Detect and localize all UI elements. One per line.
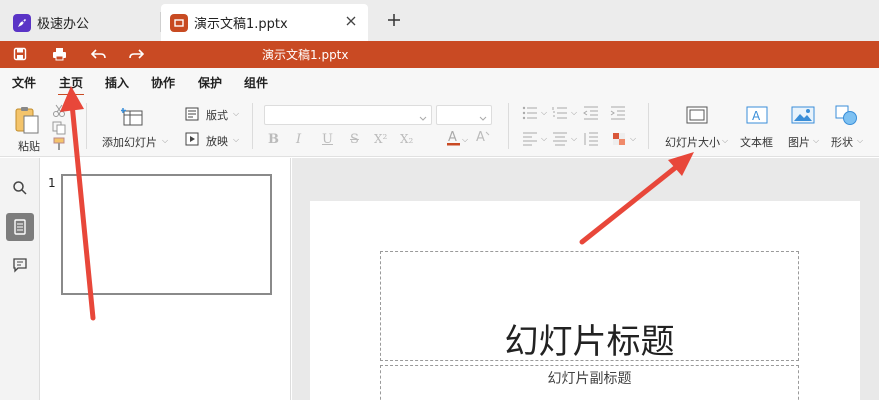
presentation-icon: [170, 13, 188, 32]
ribbon-toolbar: 粘贴 添加幻灯片 ⌵ 版式 ⌵ 放映 ⌵ B I U S X² X₂ A ⌵ A…: [0, 95, 879, 157]
picture-label[interactable]: 图片: [788, 134, 810, 150]
chevron-down-icon[interactable]: ⌵: [571, 108, 577, 118]
rocket-icon: [13, 13, 31, 32]
menu-protect[interactable]: 保护: [198, 74, 222, 91]
decrease-indent-icon[interactable]: [583, 106, 599, 123]
ribbon-divider: [508, 103, 509, 149]
menu-collaborate[interactable]: 协作: [151, 74, 175, 91]
menu-home[interactable]: 主页: [57, 74, 85, 96]
play-icon[interactable]: [185, 132, 199, 149]
picture-icon[interactable]: [791, 106, 815, 127]
tab-home[interactable]: 极速办公: [0, 4, 160, 41]
menu-components[interactable]: 组件: [244, 74, 268, 91]
font-size-select[interactable]: [436, 105, 492, 125]
text-box-label[interactable]: 文本框: [740, 134, 773, 150]
chevron-down-icon[interactable]: ⌵: [541, 108, 547, 118]
bullet-list-icon[interactable]: [522, 106, 538, 123]
svg-text:A: A: [752, 109, 761, 123]
increase-indent-icon[interactable]: [610, 106, 626, 123]
tab-document[interactable]: 演示文稿1.pptx: [161, 4, 368, 41]
font-color-icon[interactable]: A: [446, 129, 462, 150]
save-icon[interactable]: [11, 45, 29, 63]
play-label[interactable]: 放映: [206, 133, 228, 149]
ribbon-divider: [252, 103, 253, 149]
add-slide-label[interactable]: 添加幻灯片: [102, 134, 157, 150]
line-spacing-icon[interactable]: [583, 132, 599, 149]
menu-insert[interactable]: 插入: [105, 74, 129, 91]
chevron-down-icon: [419, 111, 427, 125]
shape-label[interactable]: 形状: [831, 134, 853, 150]
text-box-icon[interactable]: A: [746, 106, 768, 127]
title-bar: 演示文稿1.pptx: [0, 41, 879, 68]
shape-icon[interactable]: [834, 104, 858, 129]
slide-size-icon[interactable]: [686, 106, 708, 127]
slide-size-label[interactable]: 幻灯片大小: [665, 134, 720, 150]
subtitle-placeholder[interactable]: 幻灯片副标题: [380, 365, 799, 400]
new-tab-plus-icon[interactable]: [385, 11, 403, 29]
shape-fill-icon[interactable]: [612, 132, 626, 149]
chevron-down-icon[interactable]: ⌵: [813, 136, 819, 146]
chevron-down-icon[interactable]: ⌵: [857, 136, 863, 146]
app-window: 极速办公 演示文稿1.pptx 演示文稿1.pptx 文件 主页 插入 协作 保…: [0, 0, 879, 400]
chevron-down-icon: [479, 111, 487, 125]
paste-icon[interactable]: [14, 105, 40, 138]
format-painter-icon[interactable]: [52, 137, 66, 154]
chevron-down-icon[interactable]: ⌵: [162, 136, 168, 146]
chevron-down-icon[interactable]: ⌵: [630, 134, 636, 144]
editing-canvas: 幻灯片标题 幻灯片副标题: [292, 158, 879, 400]
layout-icon[interactable]: [185, 107, 199, 124]
add-slide-icon[interactable]: [120, 107, 145, 132]
chevron-down-icon[interactable]: ⌵: [541, 134, 547, 144]
slide-number: 1: [48, 176, 56, 190]
tab-label: 演示文稿1.pptx: [194, 17, 288, 32]
layout-label[interactable]: 版式: [206, 107, 228, 123]
slides-panel-icon[interactable]: [6, 213, 34, 241]
align-vertical-icon[interactable]: [552, 132, 568, 149]
slide-thumbnail[interactable]: [61, 174, 272, 295]
subscript-button[interactable]: X₂: [400, 132, 413, 146]
strikethrough-button[interactable]: S: [350, 132, 359, 147]
underline-button[interactable]: U: [322, 132, 333, 147]
paste-label: 粘贴: [18, 140, 40, 153]
slide-subtitle[interactable]: 幻灯片副标题: [381, 368, 798, 388]
chevron-down-icon[interactable]: ⌵: [722, 136, 728, 146]
numbered-list-icon[interactable]: [552, 106, 568, 123]
menu-file[interactable]: 文件: [12, 74, 36, 91]
copy-icon[interactable]: [52, 121, 66, 138]
chevron-down-icon[interactable]: ⌵: [233, 109, 239, 119]
text-highlight-icon[interactable]: A: [474, 129, 490, 150]
slide[interactable]: 幻灯片标题 幻灯片副标题: [310, 201, 860, 400]
redo-icon[interactable]: [127, 45, 145, 63]
tab-label: 极速办公: [37, 17, 90, 32]
align-left-icon[interactable]: [522, 132, 538, 149]
search-icon[interactable]: [6, 174, 34, 202]
slide-title[interactable]: 幻灯片标题: [381, 314, 798, 363]
chevron-down-icon[interactable]: ⌵: [462, 135, 468, 145]
bold-button[interactable]: B: [268, 132, 279, 147]
comments-icon[interactable]: [6, 251, 34, 279]
font-family-select[interactable]: [264, 105, 432, 125]
cut-icon[interactable]: [52, 104, 66, 121]
tab-bar: 极速办公 演示文稿1.pptx: [0, 0, 879, 41]
svg-text:A: A: [476, 130, 485, 145]
document-title: 演示文稿1.pptx: [262, 48, 349, 62]
superscript-button[interactable]: X²: [374, 132, 387, 146]
ribbon-divider: [648, 103, 649, 149]
print-icon[interactable]: [50, 45, 68, 63]
svg-text:A: A: [448, 130, 457, 145]
chevron-down-icon[interactable]: ⌵: [571, 134, 577, 144]
chevron-down-icon[interactable]: ⌵: [233, 135, 239, 145]
close-icon[interactable]: [344, 14, 358, 28]
italic-button[interactable]: I: [296, 132, 301, 147]
slide-thumbnail-pane: 1: [41, 158, 291, 400]
ribbon-divider: [86, 103, 87, 149]
left-sidebar: [0, 158, 40, 400]
title-placeholder[interactable]: 幻灯片标题: [380, 251, 799, 363]
menu-bar: 文件 主页 插入 协作 保护 组件: [0, 68, 879, 96]
undo-icon[interactable]: [89, 45, 107, 63]
